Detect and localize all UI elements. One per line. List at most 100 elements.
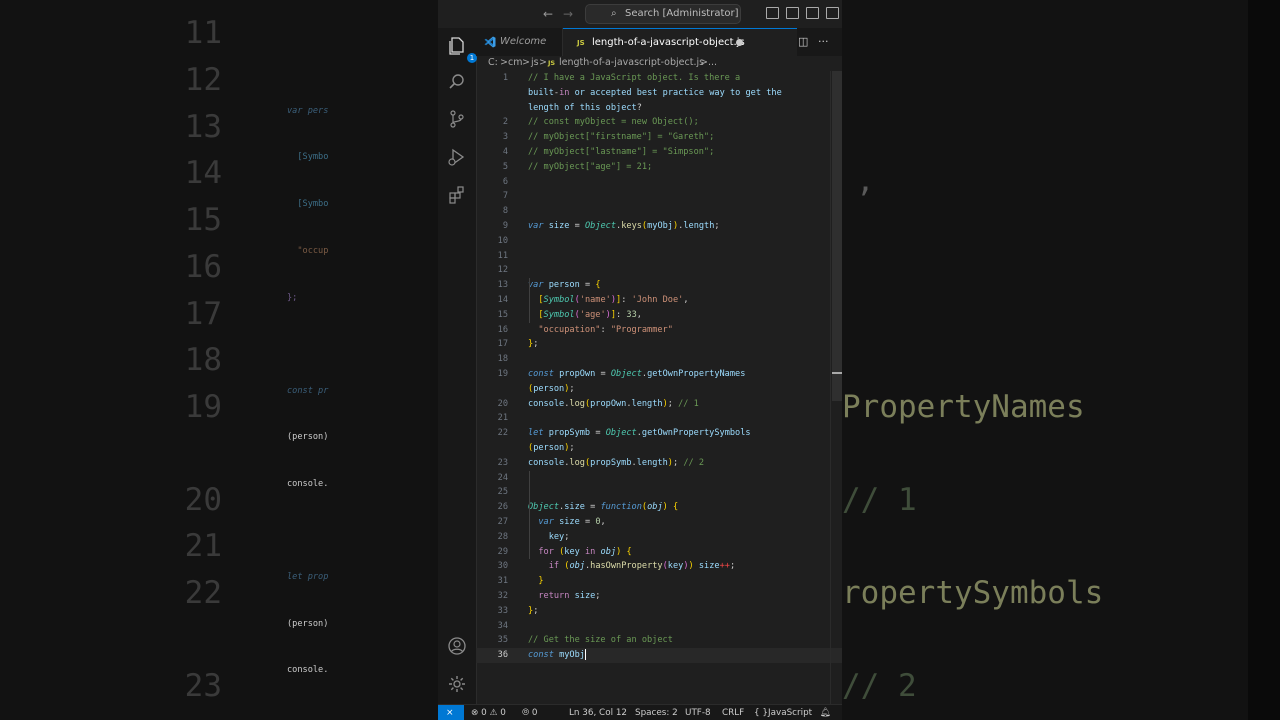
line-number: 23: [497, 457, 508, 468]
tab-length-of-a-javascript-object[interactable]: JS length-of-a-javascript-object.js: [563, 28, 797, 56]
toggle-secondary-sidebar-icon[interactable]: [806, 7, 819, 19]
line-number: 12: [497, 265, 508, 276]
explorer-icon[interactable]: 1: [447, 36, 477, 63]
code-line[interactable]: 35 // Get the size of an object: [476, 633, 842, 648]
bg-line: 22 let prop: [184, 572, 329, 611]
code-text: (person);: [528, 443, 575, 453]
breadcrumb-ellipsis[interactable]: ...: [708, 56, 717, 70]
tab-welcome[interactable]: Welcome: [476, 28, 563, 56]
code-line[interactable]: 4 // myObject["lastname"] = "Simpson";: [476, 145, 842, 160]
code-line[interactable]: 18: [476, 352, 842, 367]
unsaved-dot-icon[interactable]: [736, 39, 743, 46]
code-line[interactable]: 26 Object.size = function(obj) {: [476, 500, 842, 515]
source-control-icon[interactable]: [447, 109, 467, 129]
breadcrumb-folder-js[interactable]: js: [531, 56, 539, 70]
account-icon[interactable]: [447, 636, 467, 656]
line-number: 27: [497, 517, 508, 527]
ports-indicator[interactable]: ⦾ 0: [522, 705, 537, 720]
warning-icon: ⚠: [489, 708, 498, 718]
code-line[interactable]: 36 const myObj: [476, 648, 842, 663]
back-arrow-icon[interactable]: ←: [540, 6, 556, 22]
code-editor[interactable]: 1 // I have a JavaScript object. Is there…: [476, 71, 842, 704]
code-text: var size = Object.keys(myObj).length;: [528, 221, 720, 231]
cursor-position[interactable]: Ln 36, Col 12: [569, 705, 627, 720]
code-line[interactable]: 3 // myObject["firstname"] = "Gareth";: [476, 130, 842, 145]
code-line[interactable]: 25: [476, 485, 842, 500]
code-line[interactable]: 20 console.log(propOwn.length); // 1: [476, 397, 842, 412]
code-text: [Symbol('age')]: 33,: [538, 309, 642, 320]
code-line[interactable]: 14 [Symbol('name')]: 'John Doe',: [476, 293, 842, 308]
code-line[interactable]: 21: [476, 411, 842, 426]
code-line[interactable]: 30 if (obj.hasOwnProperty(key)) size++;: [476, 559, 842, 574]
code-line[interactable]: 32 return size;: [476, 589, 842, 604]
code-line[interactable]: 15 [Symbol('age')]: 33,: [476, 308, 842, 323]
more-actions-icon[interactable]: ···: [818, 35, 829, 49]
code-line[interactable]: 2 // const myObject = new Object();: [476, 115, 842, 130]
command-center-search[interactable]: ⌕ Search [Administrator]: [585, 4, 741, 24]
code-line[interactable]: built-in or accepted best practice way t…: [476, 86, 842, 101]
code-line[interactable]: 11: [476, 249, 842, 264]
extensions-icon[interactable]: [447, 185, 467, 205]
remote-indicator[interactable]: ⨯: [438, 705, 464, 720]
code-line[interactable]: 7: [476, 189, 842, 204]
end-of-line[interactable]: CRLF: [722, 705, 744, 720]
bg-line: 20 console.: [184, 479, 329, 518]
code-line[interactable]: 6: [476, 175, 842, 190]
toggle-panel-icon[interactable]: [786, 7, 799, 19]
code-line[interactable]: 8: [476, 204, 842, 219]
line-number: 30: [497, 561, 508, 572]
notifications-bell-icon[interactable]: 🔔︎: [820, 705, 831, 720]
code-line[interactable]: (person);: [476, 441, 842, 456]
line-number: 3: [502, 132, 508, 143]
code-line[interactable]: 1 // I have a JavaScript object. Is there…: [476, 71, 842, 86]
encoding[interactable]: UTF-8: [685, 705, 711, 720]
code-line[interactable]: 24: [476, 471, 842, 486]
errors-indicator[interactable]: ⊗ 0 ⚠ 0: [471, 705, 506, 720]
code-line[interactable]: 19 const propOwn = Object.getOwnPropertyN…: [476, 367, 842, 382]
breadcrumb-file[interactable]: length-of-a-javascript-object.js: [559, 56, 704, 70]
language-mode[interactable]: JavaScript: [768, 705, 812, 720]
split-editor-icon[interactable]: ◫: [798, 35, 808, 49]
code-text: let propSymb = Object.getOwnPropertySymb…: [528, 428, 751, 439]
code-line[interactable]: 12: [476, 263, 842, 278]
code-line[interactable]: 10: [476, 234, 842, 249]
bg-line: 12: [184, 62, 222, 98]
code-line[interactable]: 5 // myObject["age"] = 21;: [476, 160, 842, 175]
run-debug-icon[interactable]: [447, 147, 467, 167]
code-line[interactable]: 33};: [476, 604, 842, 619]
js-file-icon: JS: [548, 59, 556, 67]
forward-arrow-icon[interactable]: →: [560, 6, 576, 22]
code-line[interactable]: 22 let propSymb = Object.getOwnPropertySy…: [476, 426, 842, 441]
code-line[interactable]: 34: [476, 619, 842, 634]
breadcrumb-folder-cm[interactable]: cm: [508, 56, 522, 70]
code-line[interactable]: 29 for (key in obj) {: [476, 545, 842, 560]
title-bar: ← → ⌕ Search [Administrator]: [438, 0, 842, 28]
toggle-primary-sidebar-icon[interactable]: [766, 7, 779, 19]
code-line[interactable]: 13 var person = {: [476, 278, 842, 293]
code-text: };: [528, 605, 539, 616]
code-line[interactable]: length of this object?: [476, 101, 842, 116]
js-file-icon: JS: [577, 39, 585, 47]
code-line[interactable]: (person);: [476, 382, 842, 397]
line-number: 6: [502, 176, 508, 187]
code-line[interactable]: 9 var size = Object.keys(myObj).length;: [476, 219, 842, 234]
breadcrumb-separator: >: [539, 57, 547, 68]
editor-scrollbar[interactable]: [830, 71, 842, 704]
status-bar: ⨯ ⊗ 0 ⚠ 0 ⦾ 0 Ln 36, Col 12 Spaces: 2 UT…: [438, 704, 842, 720]
code-line[interactable]: 28 key;: [476, 530, 842, 545]
code-text: // const myObject = new Object();: [528, 117, 699, 128]
code-line[interactable]: 31 }: [476, 574, 842, 589]
code-line[interactable]: 16 "occupation": "Programmer": [476, 323, 842, 338]
search-icon[interactable]: [447, 72, 467, 92]
bg-line: (person): [287, 619, 329, 629]
code-line[interactable]: 27 var size = 0,: [476, 515, 842, 530]
error-icon: ⊗: [471, 708, 479, 718]
scrollbar-thumb[interactable]: [832, 71, 842, 401]
code-line[interactable]: 23 console.log(propSymb.length); // 2: [476, 456, 842, 471]
customize-layout-icon[interactable]: [826, 7, 839, 19]
breadcrumb-drive[interactable]: C:: [488, 56, 498, 70]
code-line[interactable]: 17};: [476, 337, 842, 352]
indentation[interactable]: Spaces: 2: [635, 705, 678, 720]
bg-line: ropertySymbols: [842, 575, 1104, 611]
settings-gear-icon[interactable]: [447, 674, 467, 694]
